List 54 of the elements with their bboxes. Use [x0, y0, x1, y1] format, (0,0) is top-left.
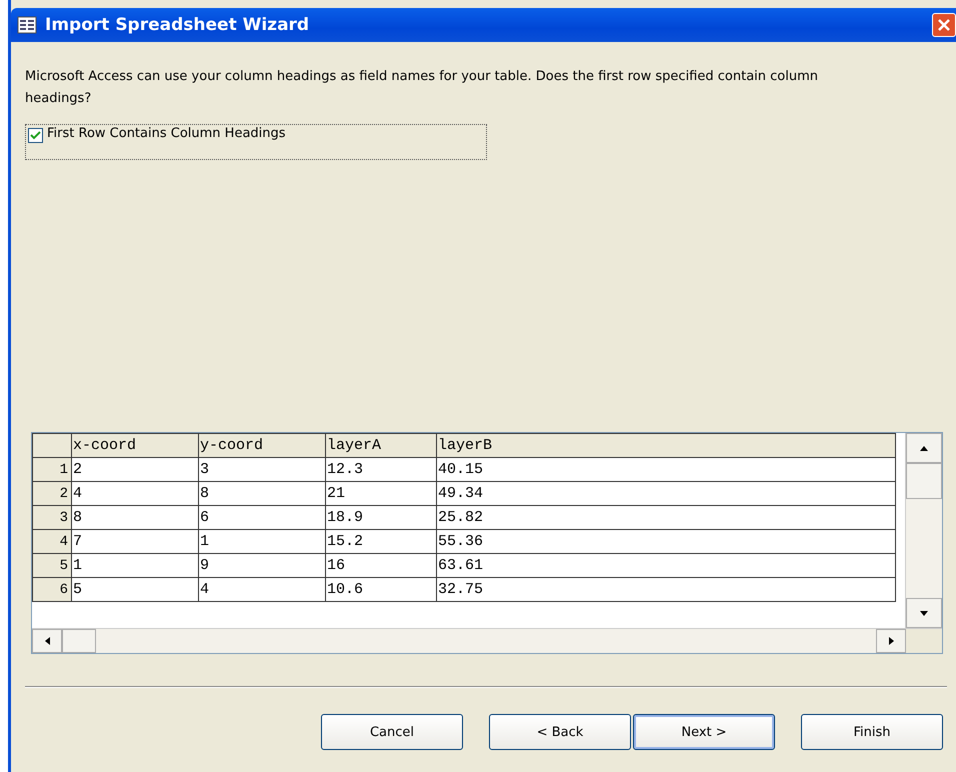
scroll-down-arrow-icon: [920, 610, 928, 616]
column-header: layerB: [436, 434, 896, 458]
table-cell: 55.36: [436, 530, 896, 554]
table-cell: 10.6: [326, 578, 436, 602]
row-number: 4: [32, 530, 72, 554]
table-cell: 49.34: [436, 482, 896, 506]
horizontal-scrollbar[interactable]: [32, 628, 942, 653]
row-number: 5: [32, 554, 72, 578]
close-button[interactable]: [932, 13, 956, 37]
column-header: layerA: [326, 434, 436, 458]
wizard-button[interactable]: < Back: [489, 714, 631, 750]
row-number: 3: [32, 506, 72, 530]
wizard-button[interactable]: Next >: [633, 714, 775, 750]
form-icon: [17, 16, 37, 34]
table-cell: 12.3: [326, 458, 436, 482]
table-cell: 6: [198, 506, 326, 530]
wizard-button[interactable]: Finish: [801, 714, 943, 750]
row-number: 6: [32, 578, 72, 602]
table-cell: 8: [72, 506, 198, 530]
table-cell: 9: [198, 554, 326, 578]
table-cell: 8: [198, 482, 326, 506]
table-cell: 21: [326, 482, 436, 506]
table-cell: 63.61: [436, 554, 896, 578]
column-header: y-coord: [198, 434, 326, 458]
table-cell: 2: [72, 458, 198, 482]
scroll-up-arrow-icon: [920, 446, 928, 450]
scroll-right-arrow-icon: [888, 637, 894, 645]
table-cell: 40.15: [436, 458, 896, 482]
scrollbar-thumb[interactable]: [62, 629, 96, 653]
table-cell: 4: [72, 482, 198, 506]
table-cell: 1: [198, 530, 326, 554]
table-cell: 16: [326, 554, 436, 578]
scrollbar-thumb[interactable]: [906, 463, 942, 499]
row-number: 2: [32, 482, 72, 506]
row-number: 1: [32, 458, 72, 482]
table-cell: 4: [198, 578, 326, 602]
table-cell: 32.75: [436, 578, 896, 602]
scroll-left-arrow-icon: [44, 637, 50, 645]
instructions-text: Microsoft Access can use your column headings as field names for your table. Does the first row specified contain column headings?: [25, 68, 819, 108]
vertical-scrollbar[interactable]: [905, 433, 942, 628]
first-row-checkbox[interactable]: First Row Contains Column Headings: [25, 124, 487, 160]
table-cell: 18.9: [326, 506, 436, 530]
window-title: Import Spreadsheet Wizard: [45, 15, 310, 35]
table-cell: 15.2: [326, 530, 436, 554]
column-header: x-coord: [72, 434, 198, 458]
close-icon: [937, 18, 951, 32]
wizard-button[interactable]: Cancel: [321, 714, 463, 750]
table-cell: 25.82: [436, 506, 896, 530]
table-cell: 5: [72, 578, 198, 602]
table-cell: 1: [72, 554, 198, 578]
table-cell: 7: [72, 530, 198, 554]
check-icon: [30, 130, 41, 141]
table-cell: 3: [198, 458, 326, 482]
scrollbar-corner: [906, 629, 942, 653]
